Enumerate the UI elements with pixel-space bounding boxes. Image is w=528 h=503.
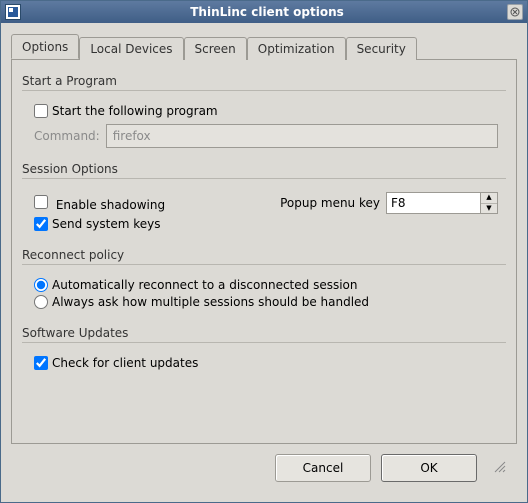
group-title-session: Session Options: [22, 162, 506, 176]
resize-grip-icon[interactable]: [493, 460, 507, 477]
window-title: ThinLinc client options: [27, 5, 507, 19]
check-updates-checkbox[interactable]: [34, 356, 48, 370]
close-icon: [510, 7, 520, 17]
command-input: [106, 124, 498, 148]
group-title-reconnect: Reconnect policy: [22, 248, 506, 262]
tab-local-devices[interactable]: Local Devices: [79, 37, 183, 60]
close-button[interactable]: [507, 4, 523, 20]
group-updates: Check for client updates: [22, 342, 506, 381]
tab-options[interactable]: Options: [11, 34, 79, 59]
check-updates-label: Check for client updates: [52, 356, 198, 370]
group-title-start-program: Start a Program: [22, 74, 506, 88]
popup-menu-key-input[interactable]: [386, 192, 480, 214]
reconnect-ask-label: Always ask how multiple sessions should …: [52, 295, 369, 309]
tab-screen[interactable]: Screen: [184, 37, 247, 60]
popup-menu-key-field[interactable]: ▲ ▼: [386, 192, 498, 214]
reconnect-auto-radio[interactable]: [34, 278, 48, 292]
group-title-updates: Software Updates: [22, 326, 506, 340]
popup-menu-key-label: Popup menu key: [280, 196, 380, 210]
client-area: Options Local Devices Screen Optimizatio…: [1, 23, 527, 502]
tab-security[interactable]: Security: [346, 37, 417, 60]
reconnect-ask-radio[interactable]: [34, 295, 48, 309]
group-start-program: Start the following program Command:: [22, 90, 506, 156]
dialog-footer: Cancel OK: [11, 444, 517, 492]
options-window: ThinLinc client options Options Local De…: [0, 0, 528, 503]
app-icon: [5, 4, 21, 20]
enable-shadowing-checkbox[interactable]: [34, 195, 48, 209]
tabbar: Options Local Devices Screen Optimizatio…: [11, 33, 517, 59]
send-system-keys-label: Send system keys: [52, 217, 161, 231]
reconnect-auto-label: Automatically reconnect to a disconnecte…: [52, 278, 357, 292]
group-reconnect: Automatically reconnect to a disconnecte…: [22, 264, 506, 320]
tab-optimization[interactable]: Optimization: [247, 37, 346, 60]
start-program-checkbox[interactable]: [34, 104, 48, 118]
spinner-down-icon[interactable]: ▼: [481, 204, 497, 214]
start-program-label: Start the following program: [52, 104, 218, 118]
command-label: Command:: [34, 129, 100, 143]
popup-menu-key-spinner[interactable]: ▲ ▼: [480, 192, 498, 214]
cancel-button[interactable]: Cancel: [275, 454, 371, 482]
spinner-up-icon[interactable]: ▲: [481, 193, 497, 204]
group-session: Enable shadowing Popup menu key ▲ ▼ Send…: [22, 178, 506, 242]
ok-button[interactable]: OK: [381, 454, 477, 482]
titlebar: ThinLinc client options: [1, 1, 527, 23]
enable-shadowing-label: Enable shadowing: [56, 198, 165, 212]
tab-panel-options: Start a Program Start the following prog…: [11, 59, 517, 444]
send-system-keys-checkbox[interactable]: [34, 217, 48, 231]
